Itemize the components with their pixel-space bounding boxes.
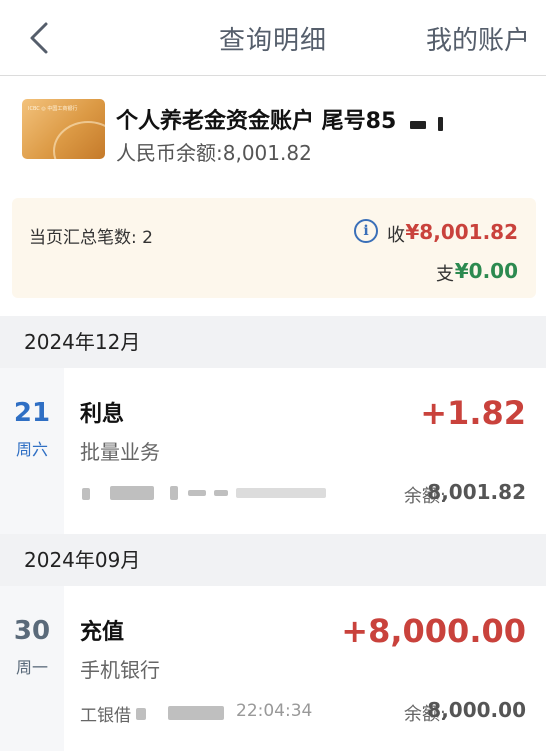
month-header: 2024年09月 [0, 534, 546, 586]
account-name: 个人养老金资金账户 尾号85 [116, 109, 397, 134]
expense-total: ¥0.00 [454, 259, 518, 283]
account-balance: 人民币余额:8,001.82 [116, 141, 312, 165]
transaction-title: 利息 [80, 402, 125, 427]
redacted-text [170, 486, 178, 500]
transaction-subtext: 工银借 [80, 706, 131, 726]
month-header: 2024年12月 [0, 316, 546, 368]
balance-value: 8,000.00 [427, 698, 526, 722]
top-bar: 查询明细 我的账户 [0, 0, 546, 76]
transaction-day: 30 [13, 616, 51, 646]
income-label: 收 [387, 225, 405, 246]
my-account-link[interactable]: 我的账户 [426, 20, 530, 57]
transaction-amount: +8,000.00 [341, 612, 526, 650]
income-total: ¥8,001.82 [405, 220, 518, 244]
transaction-channel: 手机银行 [80, 658, 160, 682]
bank-card-image: ICBC ◎ 中国工商银行 [22, 99, 105, 159]
redacted-mask [438, 117, 443, 131]
page-summary: 当页汇总笔数: 2 i 收 ¥8,001.82 支 ¥0.00 [12, 198, 536, 298]
transaction-weekday: 周六 [15, 440, 48, 459]
card-logo-text: ICBC ◎ 中国工商银行 [28, 106, 78, 112]
redacted-text [188, 490, 206, 496]
expense-label: 支 [436, 264, 454, 285]
transaction-time: 22:04:34 [236, 701, 313, 721]
summary-count: 当页汇总笔数: 2 [29, 228, 153, 248]
redacted-text [82, 488, 90, 500]
redacted-mask [410, 121, 426, 129]
transaction-row[interactable]: 30 周一 充值 +8,000.00 手机银行 工银借 22:04:34 余额:… [0, 586, 546, 751]
transaction-weekday: 周一 [15, 658, 48, 677]
balance-value: 8,001.82 [427, 480, 526, 504]
date-column: 21 周六 [0, 368, 64, 534]
redacted-text [136, 708, 146, 720]
date-column: 30 周一 [0, 586, 64, 751]
redacted-text [168, 706, 224, 720]
transaction-day: 21 [13, 398, 51, 428]
account-card[interactable]: ICBC ◎ 中国工商银行 个人养老金资金账户 尾号85 人民币余额:8,001… [0, 77, 546, 189]
transaction-row[interactable]: 21 周六 利息 +1.82 批量业务 余额: 8,001.82 [0, 368, 546, 534]
info-icon[interactable]: i [354, 219, 378, 243]
transaction-amount: +1.82 [420, 394, 526, 432]
redacted-text [214, 490, 228, 496]
redacted-text [110, 486, 154, 500]
transaction-channel: 批量业务 [80, 440, 160, 464]
transaction-title: 充值 [80, 620, 125, 645]
redacted-text [236, 488, 326, 498]
